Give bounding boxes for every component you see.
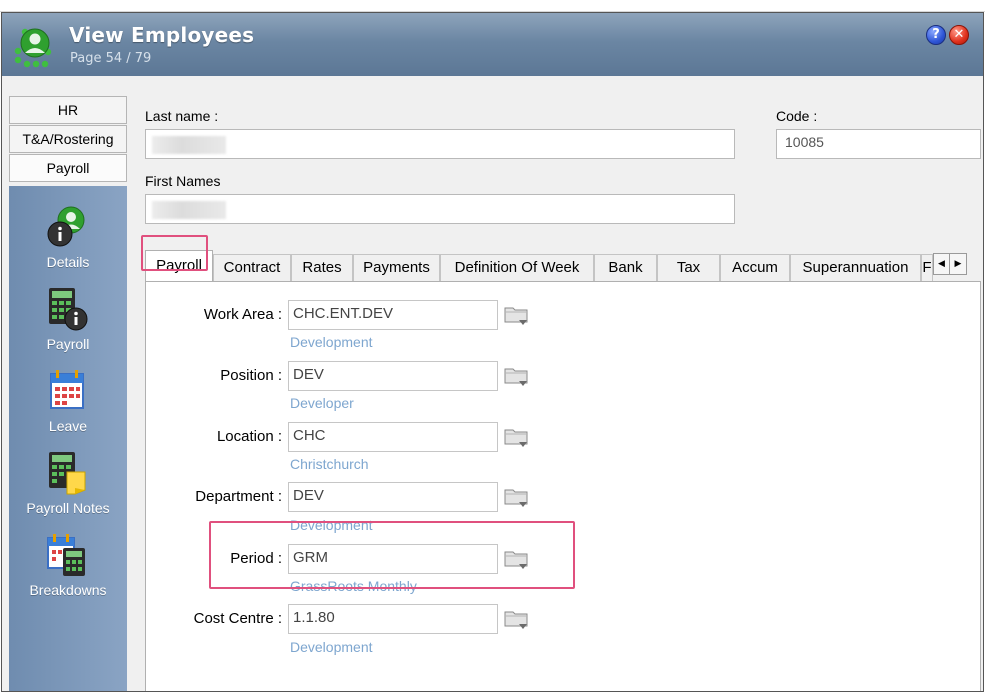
cost-centre-description: Development [290,639,373,655]
tab-accum[interactable]: Accum [720,254,790,281]
nav-item-details[interactable]: Details [9,204,127,284]
nav-item-leave[interactable]: Leave [9,368,127,448]
position-field[interactable]: DEV [288,361,498,391]
tab-scroll-left-button[interactable]: ◀ [934,254,950,274]
tab-rates[interactable]: Rates [291,254,353,281]
nav-item-breakdowns[interactable]: Breakdowns [9,532,127,612]
department-label: Department : [195,488,282,505]
folder-lookup-icon[interactable] [504,304,530,328]
nav-tab-payroll[interactable]: Payroll [9,154,127,182]
first-names-label: First Names [145,173,221,189]
folder-lookup-icon[interactable] [504,365,530,389]
tab-tax[interactable]: Tax [657,254,720,281]
window-title: View Employees [69,23,255,47]
code-field[interactable]: 10085 [776,129,981,159]
title-bar: View Employees Page 54 / 79 ? ✕ [2,13,983,76]
work-area-description: Development [290,334,373,350]
tab-payments[interactable]: Payments [353,254,440,281]
calendar-calculator-icon [47,534,85,576]
tab-definition-of-week[interactable]: Definition Of Week [440,254,594,281]
folder-lookup-icon[interactable] [504,608,530,632]
department-field[interactable]: DEV [288,482,498,512]
last-name-field[interactable] [145,129,735,159]
location-label: Location : [216,428,282,445]
nav-item-payroll[interactable]: Payroll [9,286,127,366]
first-names-field[interactable] [145,194,735,224]
tab-superannuation[interactable]: Superannuation [790,254,921,281]
nav-item-label: Payroll [46,336,90,352]
nav-item-label: Breakdowns [29,582,107,598]
nav-item-label: Details [46,254,90,270]
location-description: Christchurch [290,456,369,472]
help-button[interactable]: ? [926,25,946,45]
cost-centre-field[interactable]: 1.1.80 [288,604,498,634]
calculator-info-icon [49,288,88,331]
employee-details-icon [47,206,85,247]
nav-tab-ta-rostering[interactable]: T&A/Rostering [9,125,127,153]
tab-contract[interactable]: Contract [213,254,291,281]
nav-panel: Details Payroll Leave Payroll Notes Brea… [9,186,127,691]
redacted-value [152,201,226,219]
calendar-icon [50,370,84,409]
tab-scroller: ◀ ▶ [933,253,967,275]
nav-tab-hr[interactable]: HR [9,96,127,124]
work-area-field[interactable]: CHC.ENT.DEV [288,300,498,330]
period-highlight [209,521,575,589]
nav-item-label: Payroll Notes [26,500,110,516]
app-frame: View Employees Page 54 / 79 ? ✕ HR T&A/R… [0,0,985,692]
view-employees-window: View Employees Page 54 / 79 ? ✕ HR T&A/R… [1,12,984,692]
code-label: Code : [776,108,818,124]
nav-item-label: Leave [48,418,88,434]
folder-lookup-icon[interactable] [504,486,530,510]
payroll-tab-panel: Work Area : CHC.ENT.DEV Development Posi… [145,281,981,691]
payroll-tab-highlight [141,235,208,271]
cost-centre-label: Cost Centre : [193,610,282,627]
location-field[interactable]: CHC [288,422,498,452]
redacted-value [152,136,226,154]
calculator-note-icon [49,452,86,495]
tab-overflow[interactable]: F [921,254,933,281]
work-area-label: Work Area : [203,306,282,323]
tab-bank[interactable]: Bank [594,254,657,281]
nav-item-payroll-notes[interactable]: Payroll Notes [9,450,127,530]
position-description: Developer [290,395,354,411]
last-name-label: Last name : [145,108,219,124]
top-strip [0,0,985,12]
position-label: Position : [220,367,282,384]
page-indicator: Page 54 / 79 [70,51,152,66]
close-button[interactable]: ✕ [949,25,969,45]
people-logo-icon [14,28,52,68]
left-navigation: HR T&A/Rostering Payroll Details Payroll… [9,96,127,691]
folder-lookup-icon[interactable] [504,426,530,450]
main-content: Last name : Code : 10085 First Names Pay… [136,88,983,691]
tab-strip: Payroll Contract Rates Payments Definiti… [145,248,981,281]
tab-scroll-right-button[interactable]: ▶ [950,254,966,274]
